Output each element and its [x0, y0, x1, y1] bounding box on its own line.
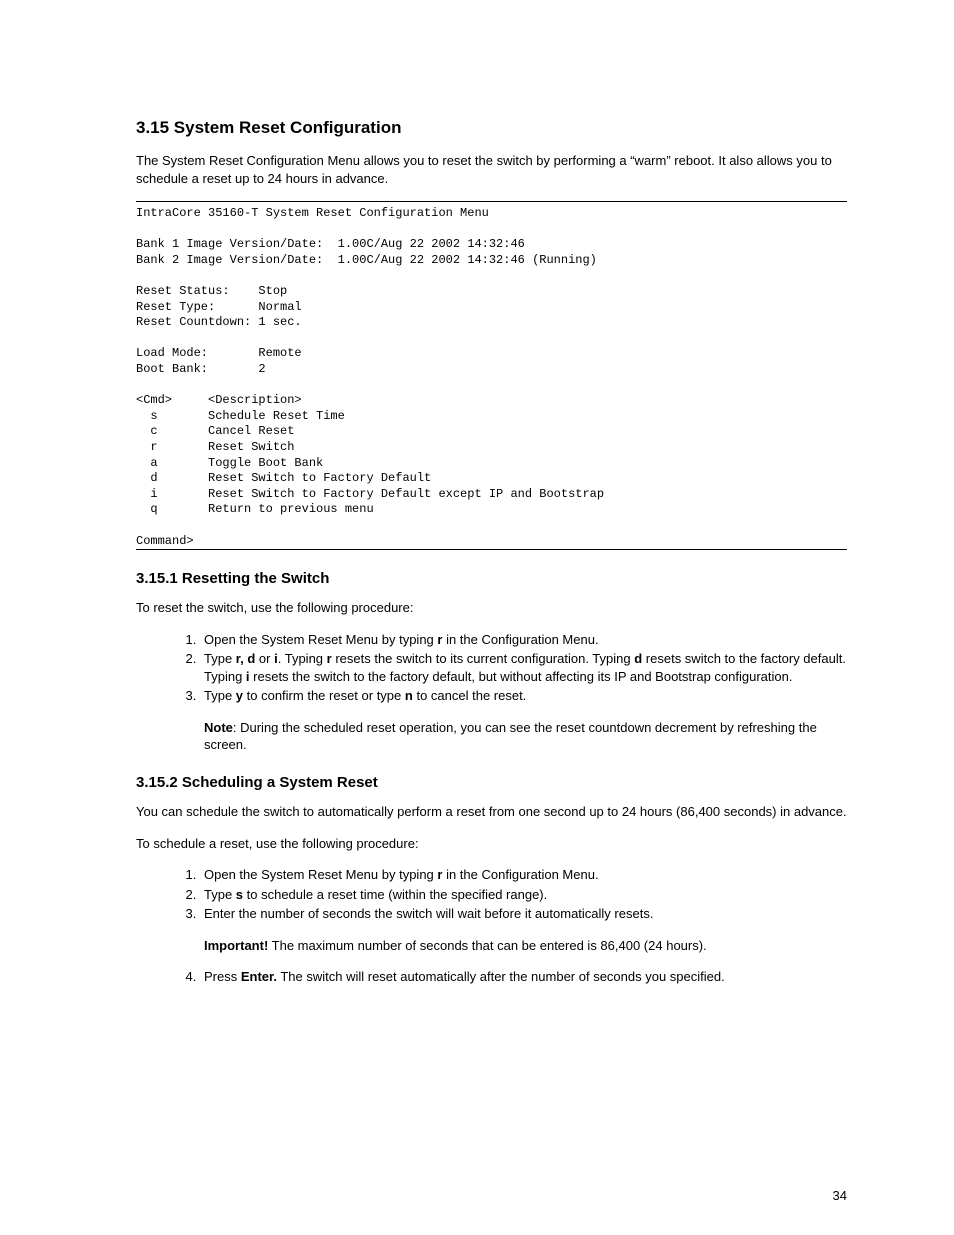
text: . Typing: [278, 651, 327, 666]
list-item: Type s to schedule a reset time (within …: [200, 886, 847, 904]
heading-3-15-1: 3.15.1 Resetting the Switch: [136, 570, 847, 587]
text: resets the switch to the factory default…: [250, 669, 793, 684]
terminal-line: Bank 2 Image Version/Date: 1.00C/Aug 22 …: [136, 253, 597, 267]
text: to cancel the reset.: [413, 688, 526, 703]
bold-text: Important!: [204, 938, 268, 953]
terminal-line: Reset Status: Stop: [136, 284, 287, 298]
paragraph: You can schedule the switch to automatic…: [136, 803, 847, 821]
terminal-line: s Schedule Reset Time: [136, 409, 345, 423]
paragraph: To reset the switch, use the following p…: [136, 599, 847, 617]
text: The switch will reset automatically afte…: [277, 969, 725, 984]
list-item: Type r, d or i. Typing r resets the swit…: [200, 650, 847, 685]
list-item: Open the System Reset Menu by typing r i…: [200, 866, 847, 884]
bold-text: y: [236, 688, 243, 703]
procedure-list-schedule: Open the System Reset Menu by typing r i…: [136, 866, 847, 986]
document-page: 3.15 System Reset Configuration The Syst…: [0, 0, 954, 1235]
terminal-line: q Return to previous menu: [136, 502, 374, 516]
text: : During the scheduled reset operation, …: [204, 720, 817, 753]
terminal-line: Boot Bank: 2: [136, 362, 266, 376]
heading-3-15: 3.15 System Reset Configuration: [136, 118, 847, 138]
text: Type: [204, 688, 236, 703]
terminal-line: c Cancel Reset: [136, 424, 294, 438]
terminal-line: Reset Countdown: 1 sec.: [136, 315, 302, 329]
text: Enter the number of seconds the switch w…: [204, 906, 653, 921]
terminal-line: Bank 1 Image Version/Date: 1.00C/Aug 22 …: [136, 237, 525, 251]
list-item: Open the System Reset Menu by typing r i…: [200, 631, 847, 649]
text: to schedule a reset time (within the spe…: [243, 887, 547, 902]
bold-text: s: [236, 887, 243, 902]
intro-paragraph: The System Reset Configuration Menu allo…: [136, 152, 847, 187]
text: in the Configuration Menu.: [442, 632, 598, 647]
terminal-line: r Reset Switch: [136, 440, 294, 454]
text: to confirm the reset or type: [243, 688, 405, 703]
terminal-line: Reset Type: Normal: [136, 300, 302, 314]
text: Open the System Reset Menu by typing: [204, 867, 437, 882]
bold-text: Note: [204, 720, 233, 735]
heading-3-15-2: 3.15.2 Scheduling a System Reset: [136, 774, 847, 791]
bold-text: r, d: [236, 651, 256, 666]
text: Press: [204, 969, 241, 984]
bold-text: d: [634, 651, 642, 666]
list-item: Press Enter. The switch will reset autom…: [200, 968, 847, 986]
procedure-list-reset: Open the System Reset Menu by typing r i…: [136, 631, 847, 754]
list-item: Type y to confirm the reset or type n to…: [200, 687, 847, 754]
text: resets the switch to its current configu…: [332, 651, 635, 666]
text: Open the System Reset Menu by typing: [204, 632, 437, 647]
terminal-prompt: Command>: [136, 534, 194, 548]
terminal-line: <Cmd> <Description>: [136, 393, 302, 407]
terminal-line: a Toggle Boot Bank: [136, 456, 323, 470]
text: The maximum number of seconds that can b…: [268, 938, 706, 953]
terminal-line: d Reset Switch to Factory Default: [136, 471, 431, 485]
text: in the Configuration Menu.: [442, 867, 598, 882]
text: Type: [204, 651, 236, 666]
important-block: Important! The maximum number of seconds…: [204, 937, 847, 955]
list-item: Enter the number of seconds the switch w…: [200, 905, 847, 954]
note-block: Note: During the scheduled reset operati…: [204, 719, 847, 754]
bold-text: n: [405, 688, 413, 703]
paragraph: To schedule a reset, use the following p…: [136, 835, 847, 853]
terminal-line: Load Mode: Remote: [136, 346, 302, 360]
bold-text: Enter.: [241, 969, 277, 984]
text: or: [255, 651, 274, 666]
terminal-line: IntraCore 35160-T System Reset Configura…: [136, 206, 489, 220]
text: Type: [204, 887, 236, 902]
terminal-line: i Reset Switch to Factory Default except…: [136, 487, 604, 501]
page-number: 34: [833, 1188, 847, 1203]
terminal-output: IntraCore 35160-T System Reset Configura…: [136, 201, 847, 550]
